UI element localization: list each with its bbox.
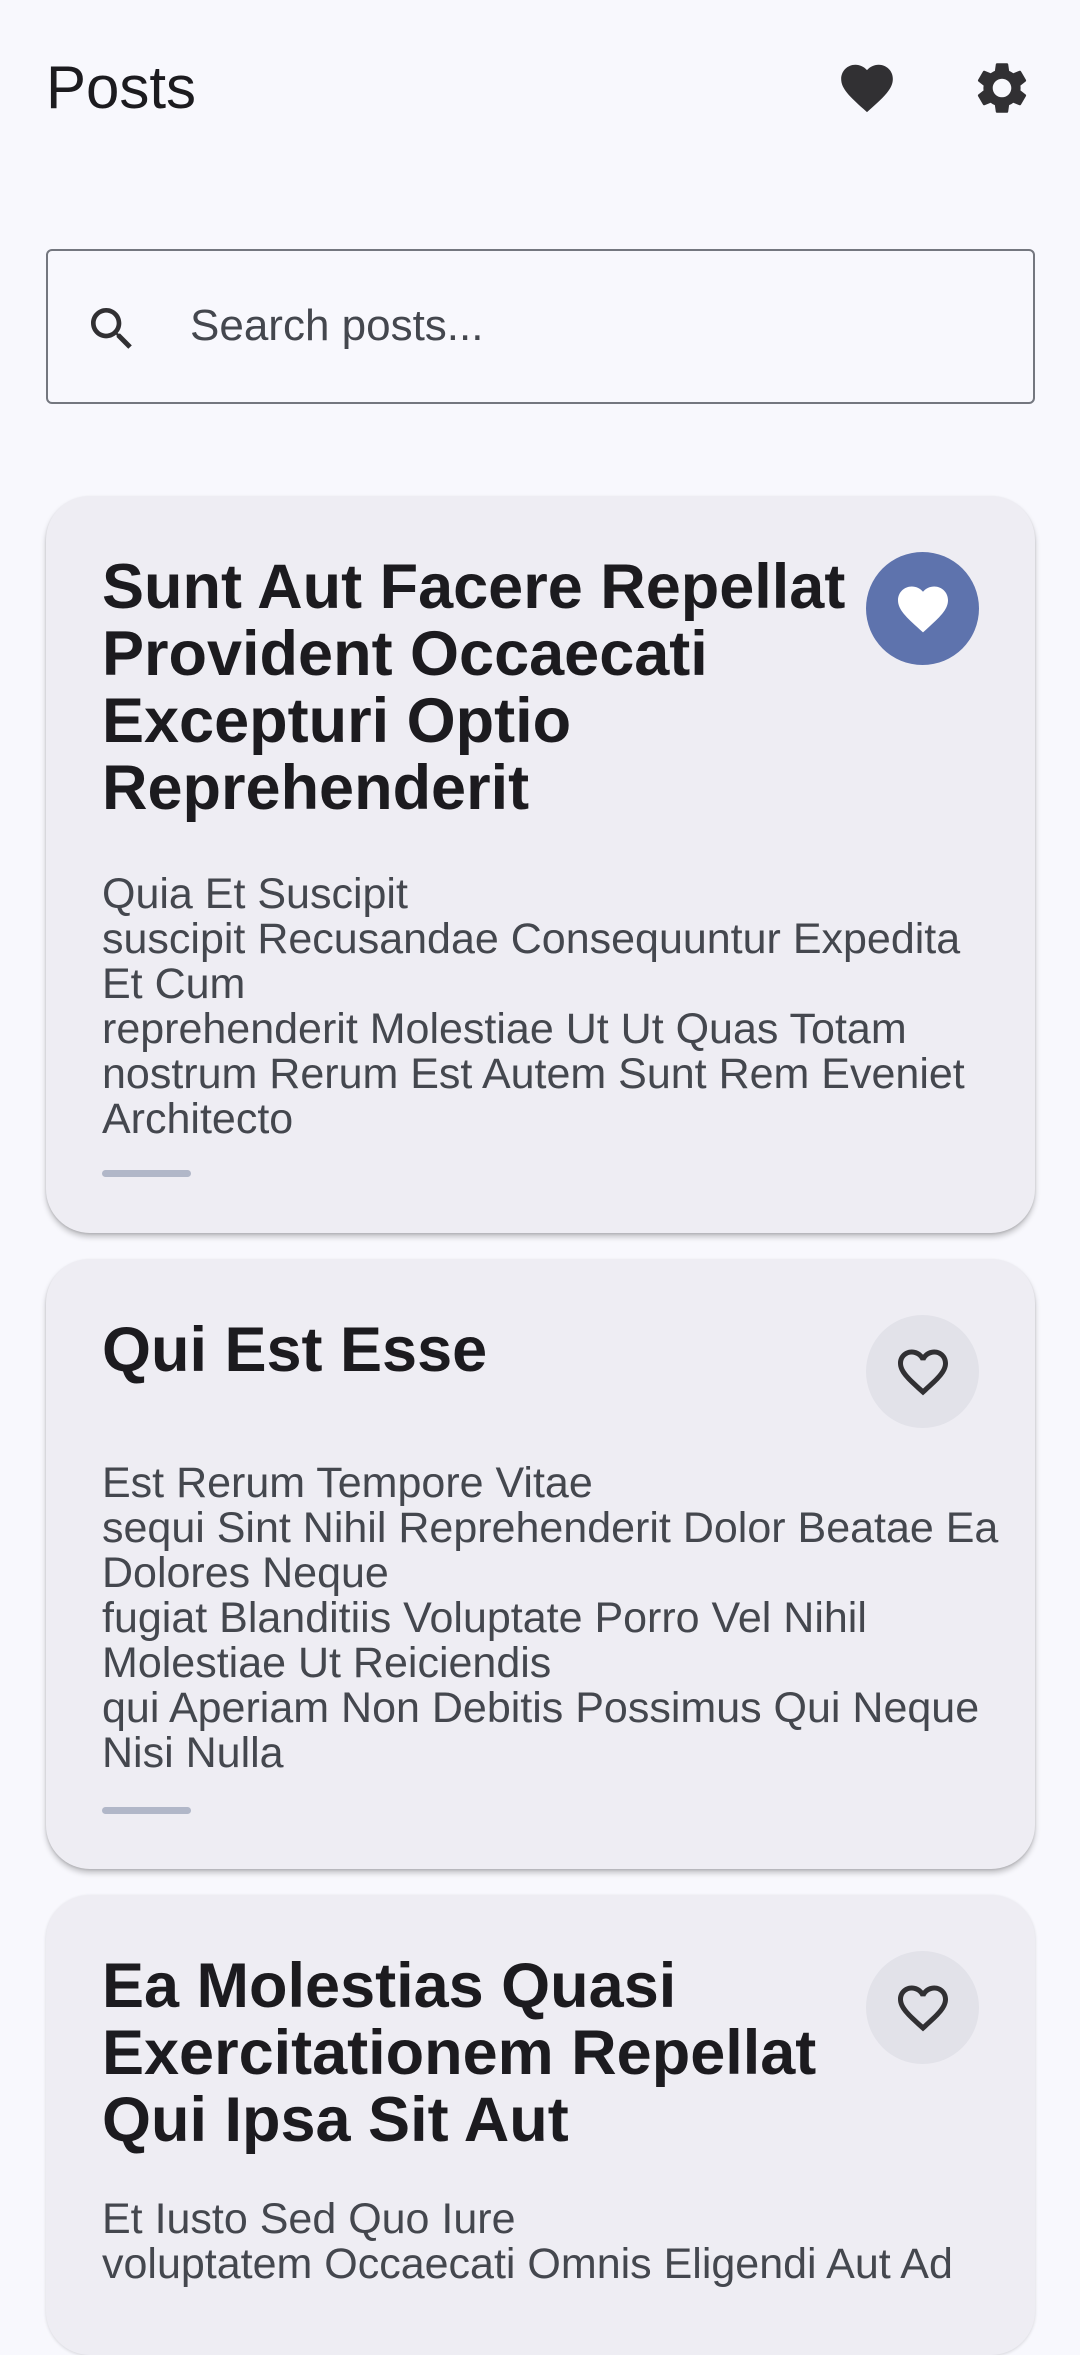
post-card[interactable]: Qui Est Esse Est Rerum Tempore Vitae seq… <box>46 1259 1035 1869</box>
post-body: Est Rerum Tempore Vitae sequi Sint Nihil… <box>102 1459 999 1777</box>
favorite-toggle-button[interactable] <box>866 552 979 665</box>
search-field[interactable] <box>46 249 1035 404</box>
post-body: Quia Et Suscipit suscipit Recusandae Con… <box>102 870 965 1143</box>
post-body: Et Iusto Sed Quo Iure voluptatem Occaeca… <box>102 2195 953 2288</box>
search-input[interactable] <box>190 251 1010 401</box>
post-title: Ea Molestias Quasi Exercitationem Repell… <box>102 1951 817 2155</box>
settings-button[interactable] <box>969 55 1035 121</box>
page-title: Posts <box>46 54 197 121</box>
post-title: Qui Est Esse <box>102 1315 488 1385</box>
heart-outline-icon <box>897 1349 948 1395</box>
favorites-button[interactable] <box>834 55 900 121</box>
accent-divider <box>102 1807 191 1814</box>
top-app-bar: Posts <box>0 0 1080 176</box>
favorite-toggle-button[interactable] <box>866 1315 979 1428</box>
favorite-toggle-button[interactable] <box>866 1951 979 2064</box>
gear-icon <box>977 63 1027 113</box>
post-title: Sunt Aut Facere Repellat Provident Occae… <box>102 552 846 823</box>
search-icon <box>91 308 132 349</box>
heart-filled-icon <box>897 586 948 632</box>
heart-filled-icon <box>841 64 893 113</box>
accent-divider <box>102 1170 191 1177</box>
post-card[interactable]: Ea Molestias Quasi Exercitationem Repell… <box>46 1895 1035 2355</box>
heart-outline-icon <box>897 1985 948 2031</box>
post-card[interactable]: Sunt Aut Facere Repellat Provident Occae… <box>46 496 1035 1233</box>
